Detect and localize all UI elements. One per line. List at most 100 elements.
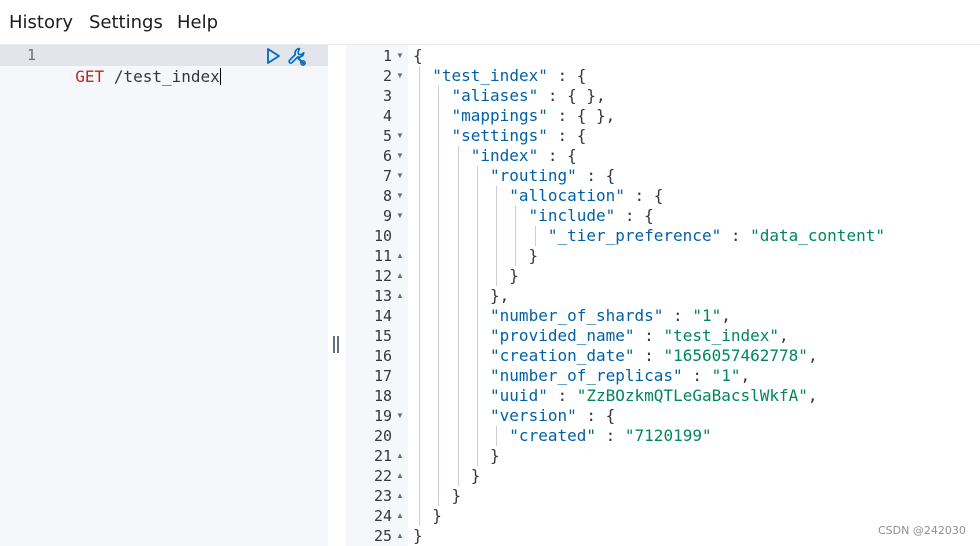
json-punctuation: : <box>596 426 625 445</box>
json-punctuation: : { <box>576 406 616 425</box>
response-code-line: "settings" : { <box>452 126 587 146</box>
pane-resizer[interactable] <box>328 45 346 546</box>
response-code-line: "_tier_preference" : "data_content" <box>548 226 885 246</box>
request-line[interactable]: GET /test_index <box>56 45 221 87</box>
response-line-number: 23 <box>373 487 392 505</box>
indent-guide <box>457 146 459 486</box>
unfold-toggle-icon[interactable]: ▲ <box>395 466 405 486</box>
response-line-number: 16 <box>373 347 392 365</box>
fold-toggle-icon[interactable]: ▼ <box>395 166 405 186</box>
json-string: "data_content" <box>750 226 885 245</box>
json-punctuation: } <box>470 466 481 485</box>
fold-toggle-icon[interactable]: ▼ <box>395 206 405 226</box>
json-key: "number_of_shards" <box>490 306 664 325</box>
unfold-toggle-icon[interactable]: ▲ <box>395 266 405 286</box>
fold-toggle-icon[interactable]: ▼ <box>395 46 405 66</box>
json-punctuation: : <box>634 346 664 365</box>
json-key: "index" <box>470 146 539 165</box>
json-punctuation: } <box>451 486 462 505</box>
json-string: "7120199" <box>624 426 712 445</box>
json-key: "include" <box>528 206 616 225</box>
json-punctuation: : { }, <box>538 86 606 105</box>
fold-toggle-icon[interactable]: ▼ <box>395 126 405 146</box>
response-line-number: 25 <box>373 527 392 545</box>
unfold-toggle-icon[interactable]: ▲ <box>395 526 405 546</box>
wrench-icon[interactable] <box>286 45 308 67</box>
json-punctuation: } <box>528 246 539 265</box>
json-punctuation: }, <box>490 286 510 305</box>
menu-history[interactable]: History <box>9 12 73 33</box>
response-code-line: "aliases" : { }, <box>452 86 606 106</box>
json-punctuation: : { }, <box>547 106 616 125</box>
response-line-number: 19 <box>373 407 392 425</box>
response-line-number: 20 <box>373 427 392 445</box>
json-key: "aliases" <box>451 86 539 105</box>
response-code-line: "include" : { <box>529 206 654 226</box>
unfold-toggle-icon[interactable]: ▲ <box>395 286 405 306</box>
indent-guide <box>419 66 420 526</box>
json-punctuation: : <box>721 226 751 245</box>
text-cursor <box>219 68 221 85</box>
unfold-toggle-icon[interactable]: ▲ <box>395 486 405 506</box>
response-code-line: } <box>413 526 423 546</box>
json-key: "provided_name" <box>490 326 635 345</box>
json-punctuation: , <box>807 386 818 405</box>
json-key: "created" <box>509 426 596 445</box>
response-code-line: "allocation" : { <box>509 186 663 206</box>
unfold-toggle-icon[interactable]: ▲ <box>395 506 405 526</box>
response-line-number: 10 <box>373 227 392 245</box>
response-line-number: 7 <box>382 167 392 185</box>
unfold-toggle-icon[interactable]: ▲ <box>395 246 405 266</box>
response-code-line: "mappings" : { }, <box>452 106 616 126</box>
json-key: "_tier_preference" <box>547 226 722 245</box>
response-line-number: 21 <box>373 447 392 465</box>
json-key: "routing" <box>490 166 577 185</box>
top-menu-bar: History Settings Help <box>0 0 980 45</box>
request-method: GET <box>75 67 105 86</box>
indent-guide <box>476 166 478 466</box>
response-line-number: 18 <box>373 387 392 405</box>
response-line-number: 13 <box>373 287 392 305</box>
json-punctuation: } <box>413 526 423 545</box>
response-code-line: "uuid" : "ZzBOzkmQTLeGaBacslWkfA", <box>490 386 818 406</box>
json-punctuation: : { <box>538 146 577 165</box>
response-code-line: "version" : { <box>490 406 615 426</box>
json-punctuation: } <box>432 506 442 525</box>
response-line-number: 9 <box>382 207 392 225</box>
fold-toggle-icon[interactable]: ▼ <box>395 406 405 426</box>
unfold-toggle-icon[interactable]: ▲ <box>395 446 405 466</box>
menu-settings[interactable]: Settings <box>89 12 163 33</box>
fold-toggle-icon[interactable]: ▼ <box>395 186 405 206</box>
response-line-number: 8 <box>382 187 392 205</box>
json-key: "allocation" <box>509 186 625 205</box>
json-punctuation: : { <box>547 66 587 85</box>
play-icon[interactable] <box>265 47 281 65</box>
response-code-line: } <box>490 446 500 466</box>
response-line-number: 11 <box>373 247 392 265</box>
request-line-number: 1 <box>26 46 36 64</box>
json-string: "ZzBOzkmQTLeGaBacslWkfA" <box>576 386 808 405</box>
json-punctuation: , <box>740 366 751 385</box>
request-editor[interactable] <box>52 45 328 546</box>
response-code-line: } <box>471 466 481 486</box>
response-line-number: 14 <box>373 307 392 325</box>
json-string: "1656057462778" <box>663 346 808 365</box>
indent-guide <box>515 206 517 266</box>
response-line-number: 1 <box>382 47 392 65</box>
response-line-number: 2 <box>382 67 392 85</box>
resizer-handle-icon[interactable] <box>333 336 341 353</box>
json-punctuation: : <box>634 326 664 345</box>
response-code-line: "created" : "7120199" <box>509 426 711 446</box>
response-line-number: 22 <box>373 467 392 485</box>
fold-toggle-icon[interactable]: ▼ <box>395 66 405 86</box>
request-path: /test_index <box>113 67 220 86</box>
response-line-number: 24 <box>373 507 392 525</box>
fold-toggle-icon[interactable]: ▼ <box>395 146 405 166</box>
menu-help[interactable]: Help <box>177 12 218 33</box>
json-punctuation: , <box>721 306 731 325</box>
response-line-number: 17 <box>373 367 392 385</box>
response-code-line: "provided_name" : "test_index", <box>490 326 789 346</box>
response-code-line: } <box>452 486 462 506</box>
json-key: "test_index" <box>432 66 548 85</box>
indent-guide <box>438 86 440 506</box>
